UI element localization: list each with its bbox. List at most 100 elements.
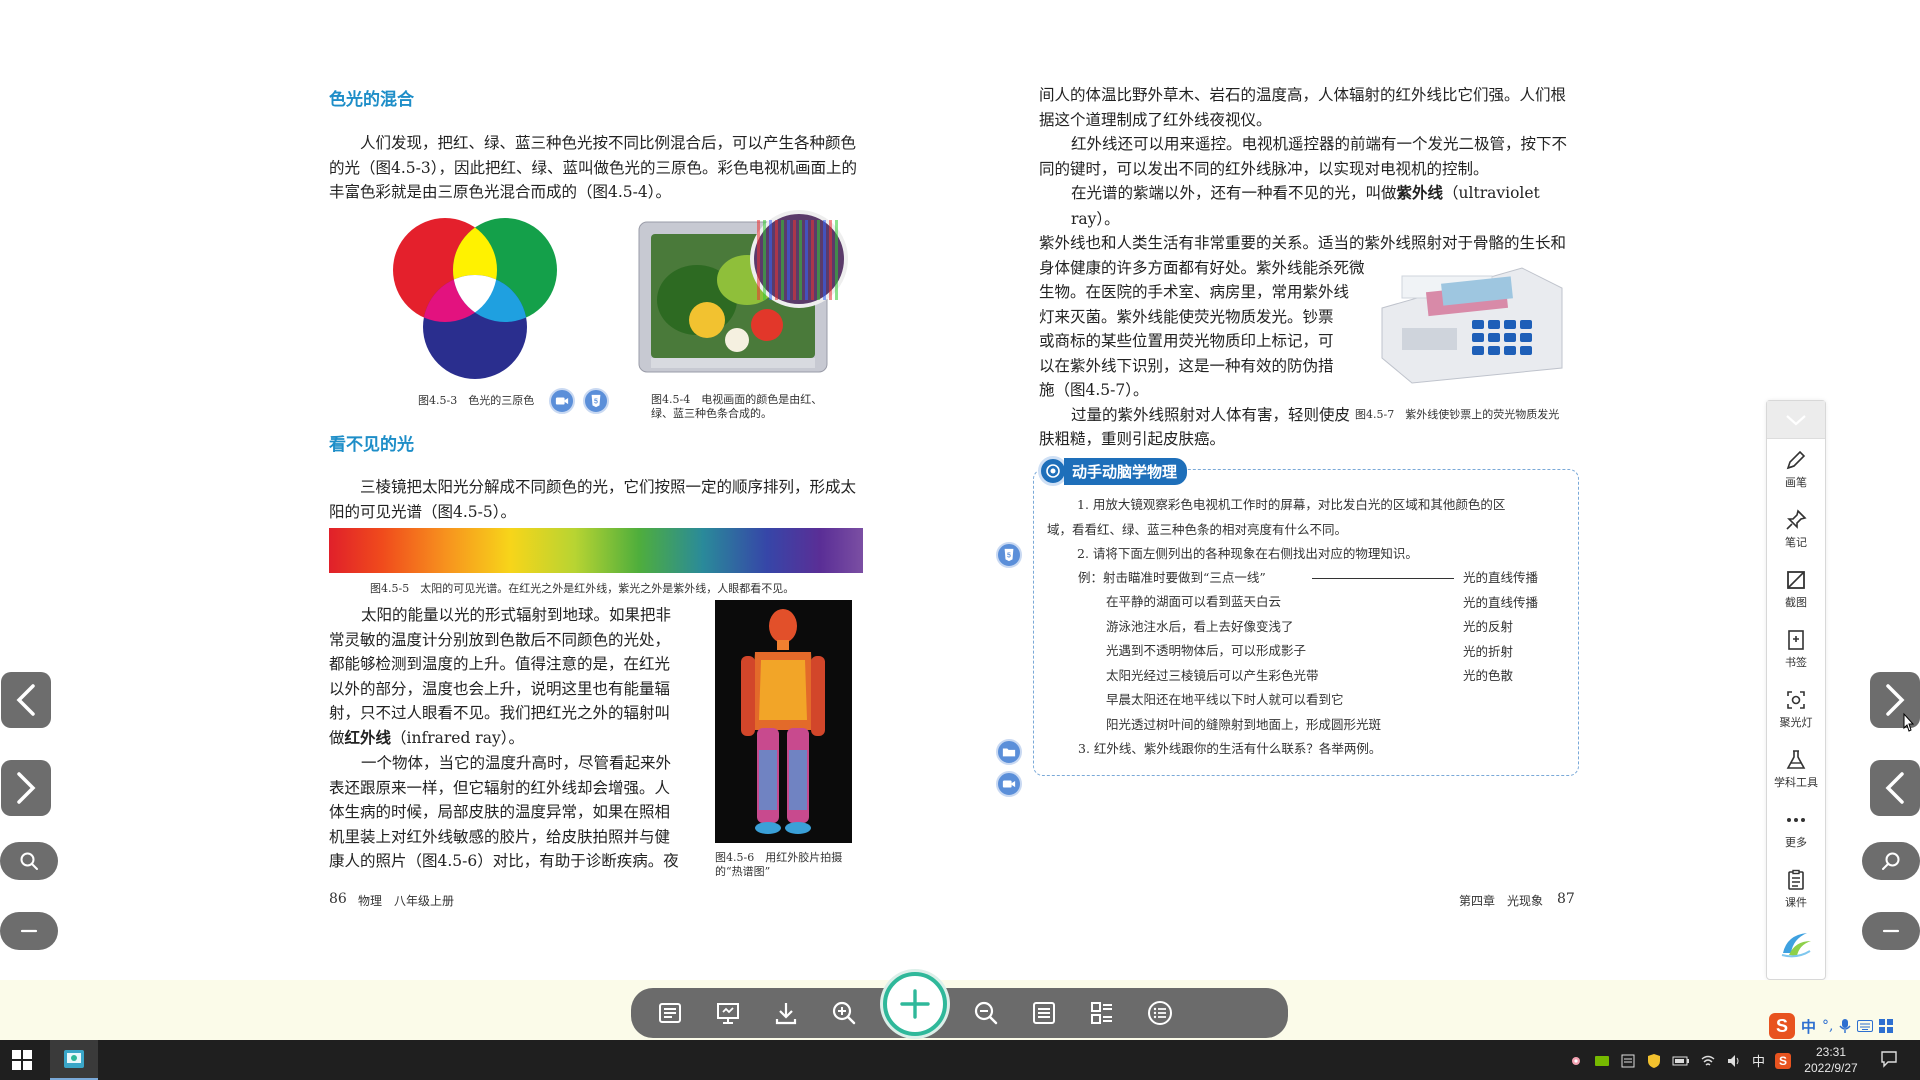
windows-logo-icon <box>12 1050 32 1070</box>
matching-left-item: 在平静的湖面可以看到蓝天白云 <box>1106 594 1282 609</box>
zoom-out-side-button-right[interactable] <box>1862 912 1920 950</box>
tool-spotlight[interactable]: 聚光灯 <box>1767 679 1825 739</box>
clock-date: 2022/9/27 <box>1804 1061 1858 1075</box>
uv-detector-figure <box>1372 258 1567 388</box>
zoom-out-button[interactable] <box>957 988 1015 1038</box>
punctuation-icon[interactable]: °, <box>1822 1018 1833 1034</box>
app-logo-icon <box>1781 933 1811 958</box>
ime-lang-toggle[interactable]: 中 <box>1801 1016 1816 1037</box>
security-shield-icon[interactable] <box>1646 1053 1662 1069</box>
previous-page-button[interactable] <box>1 672 51 728</box>
document-icon <box>1033 1002 1055 1024</box>
crop-icon <box>1787 571 1805 589</box>
menu-list-button[interactable] <box>1131 988 1189 1038</box>
courseware-icon <box>1788 869 1804 890</box>
notification-center-button[interactable] <box>1880 1050 1898 1072</box>
text-line: 机里装上对红外线敏感的胶片，给皮肤拍照并与健 <box>329 827 671 846</box>
matching-left-item: 太阳光经过三棱镜后可以产生彩色光带 <box>1106 667 1319 683</box>
taskbar-clock[interactable]: 23:31 2022/9/27 <box>1796 1044 1866 1076</box>
next-page-button[interactable] <box>1 760 51 816</box>
clock-time: 23:31 <box>1815 1045 1847 1059</box>
text-line: 体生病的时候，局部皮肤的温度异常，如果在照相 <box>329 803 671 821</box>
html5-resource-button[interactable]: 5 <box>583 388 609 414</box>
html5-resource-button[interactable]: 5 <box>996 542 1022 568</box>
matching-right-item: 光的色散 <box>1463 668 1514 683</box>
text-line: 康人的照片（图4.5-6）对比，有助于诊断疾病。夜 <box>329 852 679 870</box>
html5-icon: 5 <box>591 394 601 408</box>
tool-more[interactable]: 更多 <box>1767 799 1825 859</box>
sogou-logo-icon[interactable]: S <box>1769 1013 1795 1039</box>
fig-4-5-3-caption: 图4.5-3 色光的三原色 <box>418 394 535 407</box>
search-button-right[interactable] <box>1862 842 1920 880</box>
gear-flower-icon[interactable] <box>1568 1053 1584 1069</box>
add-button[interactable] <box>883 972 947 1036</box>
download-button[interactable] <box>757 988 815 1038</box>
app-logo <box>1767 919 1825 969</box>
search-button[interactable] <box>0 842 58 880</box>
matching-left-list: 在平静的湖面可以看到蓝天白云 游泳池注水后，看上去好像变浅了 光遇到不透明物体后… <box>1106 590 1381 737</box>
battery-icon[interactable] <box>1672 1053 1690 1069</box>
bottom-toolbar <box>631 972 1288 1038</box>
tool-label: 课件 <box>1785 897 1807 909</box>
fig-4-5-6-caption-line2: 的“热谱图” <box>715 865 771 878</box>
fig-4-5-6-caption-line1: 图4.5-6 用红外胶片拍摄 <box>715 851 843 864</box>
nvidia-icon[interactable] <box>1594 1053 1610 1069</box>
activity-line: 2. 请将下面左侧列出的各种现象在右侧找出对应的物理知识。 <box>1077 546 1418 561</box>
tool-subject-tools[interactable]: 学科工具 <box>1767 739 1825 799</box>
plus-slot <box>873 972 957 1038</box>
table-of-contents-button[interactable] <box>641 988 699 1038</box>
single-page-button[interactable] <box>1015 988 1073 1038</box>
chevron-left-icon <box>16 684 35 716</box>
bookmark-icon <box>1788 630 1804 650</box>
presentation-button[interactable] <box>699 988 757 1038</box>
tool-note[interactable]: 笔记 <box>1767 499 1825 559</box>
example-connector-line <box>1312 578 1454 579</box>
plus-icon <box>900 989 930 1019</box>
wifi-icon[interactable] <box>1700 1053 1716 1069</box>
start-button[interactable] <box>12 1050 32 1074</box>
text-fragment: 在光谱的紫端以外，还有一种看不见的光，叫做 <box>1071 184 1397 202</box>
activity-question-3: 3. 红外线、紫外线跟你的生活有什么联系？各举两例。 <box>1078 741 1382 756</box>
collapse-toolbar-button[interactable] <box>1767 401 1825 439</box>
matching-left-item: 光遇到不透明物体后，可以形成影子 <box>1106 643 1307 658</box>
text-line: 做红外线（infrared ray）。 <box>329 726 679 752</box>
sogou-tray-icon[interactable]: S <box>1775 1052 1792 1069</box>
matching-right-list: 光的直线传播 光的直线传播 光的反射 光的折射 光的色散 <box>1463 566 1538 689</box>
list-settings-icon <box>659 1003 681 1023</box>
display-icon[interactable] <box>1620 1053 1636 1069</box>
tv-screen-figure <box>637 210 850 375</box>
tool-label: 聚光灯 <box>1779 717 1813 729</box>
tool-label: 书签 <box>1785 657 1807 669</box>
right-tool-panel: 画笔 笔记 截图 书签 聚光灯 学科工具 更多 课件 <box>1766 400 1826 980</box>
video-button[interactable] <box>549 388 575 414</box>
taskbar-app-ebook[interactable] <box>50 1040 98 1080</box>
skin-grid-icon[interactable] <box>1879 1019 1894 1033</box>
tool-bookmark[interactable]: 书签 <box>1767 619 1825 679</box>
activity-header: 动手动脑学物理 <box>1038 456 1188 486</box>
zoom-in-button[interactable] <box>815 988 873 1038</box>
keyboard-icon[interactable] <box>1857 1020 1874 1032</box>
page-number-right: 87 <box>1557 891 1575 907</box>
thermal-image-figure <box>715 600 852 843</box>
microphone-icon[interactable] <box>1839 1018 1852 1034</box>
tool-screenshot[interactable]: 截图 <box>1767 559 1825 619</box>
thumbnail-view-button[interactable] <box>1073 988 1131 1038</box>
grid-list-icon <box>1091 1002 1112 1024</box>
volume-icon[interactable] <box>1726 1053 1742 1069</box>
chevron-left-icon <box>1885 772 1904 804</box>
folder-resource-button[interactable] <box>996 739 1022 765</box>
paragraph-infrared: 太阳的能量以光的形式辐射到地球。如果把非 常灵敏的温度计分别放到色散后不同颜色的… <box>329 603 679 874</box>
text-line: 都能够检测到温度的上升。值得注意的是，在红光 <box>329 655 671 673</box>
video-button[interactable] <box>996 771 1022 797</box>
text-line: 肤粗糙，重则引起皮肤癌。 <box>1039 430 1226 448</box>
tool-pen[interactable]: 画笔 <box>1767 439 1825 499</box>
section-title-color-mixing: 色光的混合 <box>329 90 414 109</box>
matching-right-item: 光的直线传播 <box>1463 594 1539 610</box>
input-language-indicator[interactable]: 中 <box>1752 1051 1765 1070</box>
term-infrared: 红外线 <box>344 729 392 747</box>
previous-page-button-right[interactable] <box>1870 760 1920 816</box>
search-icon <box>20 852 38 870</box>
text-line: 一个物体，当它的温度升高时，尽管看起来外 <box>361 754 672 772</box>
tool-courseware[interactable]: 课件 <box>1767 859 1825 919</box>
zoom-out-side-button[interactable] <box>0 912 58 950</box>
